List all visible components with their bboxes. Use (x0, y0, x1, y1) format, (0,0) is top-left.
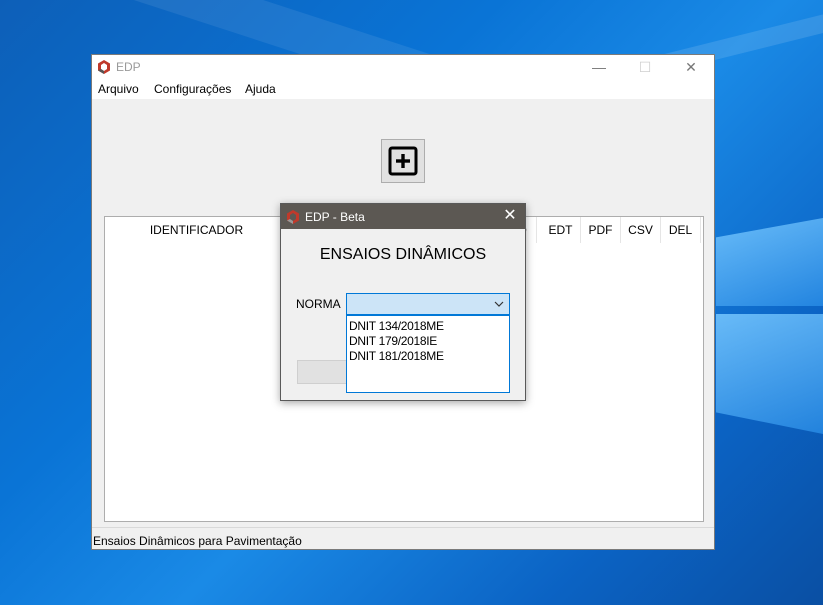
windows-logo-wallpaper (716, 190, 823, 460)
column-header-csv[interactable]: CSV (621, 217, 661, 243)
app-logo-icon (287, 210, 299, 224)
maximize-button[interactable]: ☐ (622, 55, 668, 79)
norma-select[interactable] (346, 293, 510, 315)
plus-box-icon (388, 146, 418, 176)
menu-bar: Arquivo Configurações Ajuda (92, 79, 714, 99)
menu-configuracoes[interactable]: Configurações (154, 82, 231, 96)
column-header-pdf[interactable]: PDF (581, 217, 621, 243)
window-title: EDP (116, 60, 141, 74)
column-header-edt[interactable]: EDT (541, 217, 581, 243)
status-text: Ensaios Dinâmicos para Pavimentação (93, 534, 302, 548)
minimize-button[interactable]: — (576, 55, 622, 79)
dialog-title: EDP - Beta (305, 210, 365, 224)
chevron-down-icon (494, 301, 504, 307)
menu-arquivo[interactable]: Arquivo (98, 82, 139, 96)
norma-option[interactable]: DNIT 181/2018ME (349, 349, 444, 363)
dialog-title-bar[interactable]: EDP - Beta ✕ (281, 204, 525, 229)
status-bar: Ensaios Dinâmicos para Pavimentação (92, 527, 714, 550)
close-button[interactable]: ✕ (668, 55, 714, 79)
title-bar[interactable]: EDP — ☐ ✕ (92, 55, 714, 79)
dialog-button-partially-hidden[interactable] (297, 360, 347, 384)
add-button[interactable] (381, 139, 425, 183)
norma-option[interactable]: DNIT 134/2018ME (349, 319, 444, 333)
menu-ajuda[interactable]: Ajuda (245, 82, 276, 96)
norma-label: NORMA (296, 297, 341, 311)
column-header-del[interactable]: DEL (661, 217, 701, 243)
column-header-identificador[interactable]: IDENTIFICADOR (105, 217, 289, 243)
ensaios-dialog: EDP - Beta ✕ ENSAIOS DINÂMICOS NORMA DNI… (280, 203, 526, 401)
dialog-heading: ENSAIOS DINÂMICOS (319, 246, 487, 263)
app-logo-icon (98, 60, 110, 74)
norma-option[interactable]: DNIT 179/2018IE (349, 334, 437, 348)
norma-dropdown-list: DNIT 134/2018ME DNIT 179/2018IE DNIT 181… (346, 315, 510, 393)
dialog-close-button[interactable]: ✕ (499, 206, 521, 226)
